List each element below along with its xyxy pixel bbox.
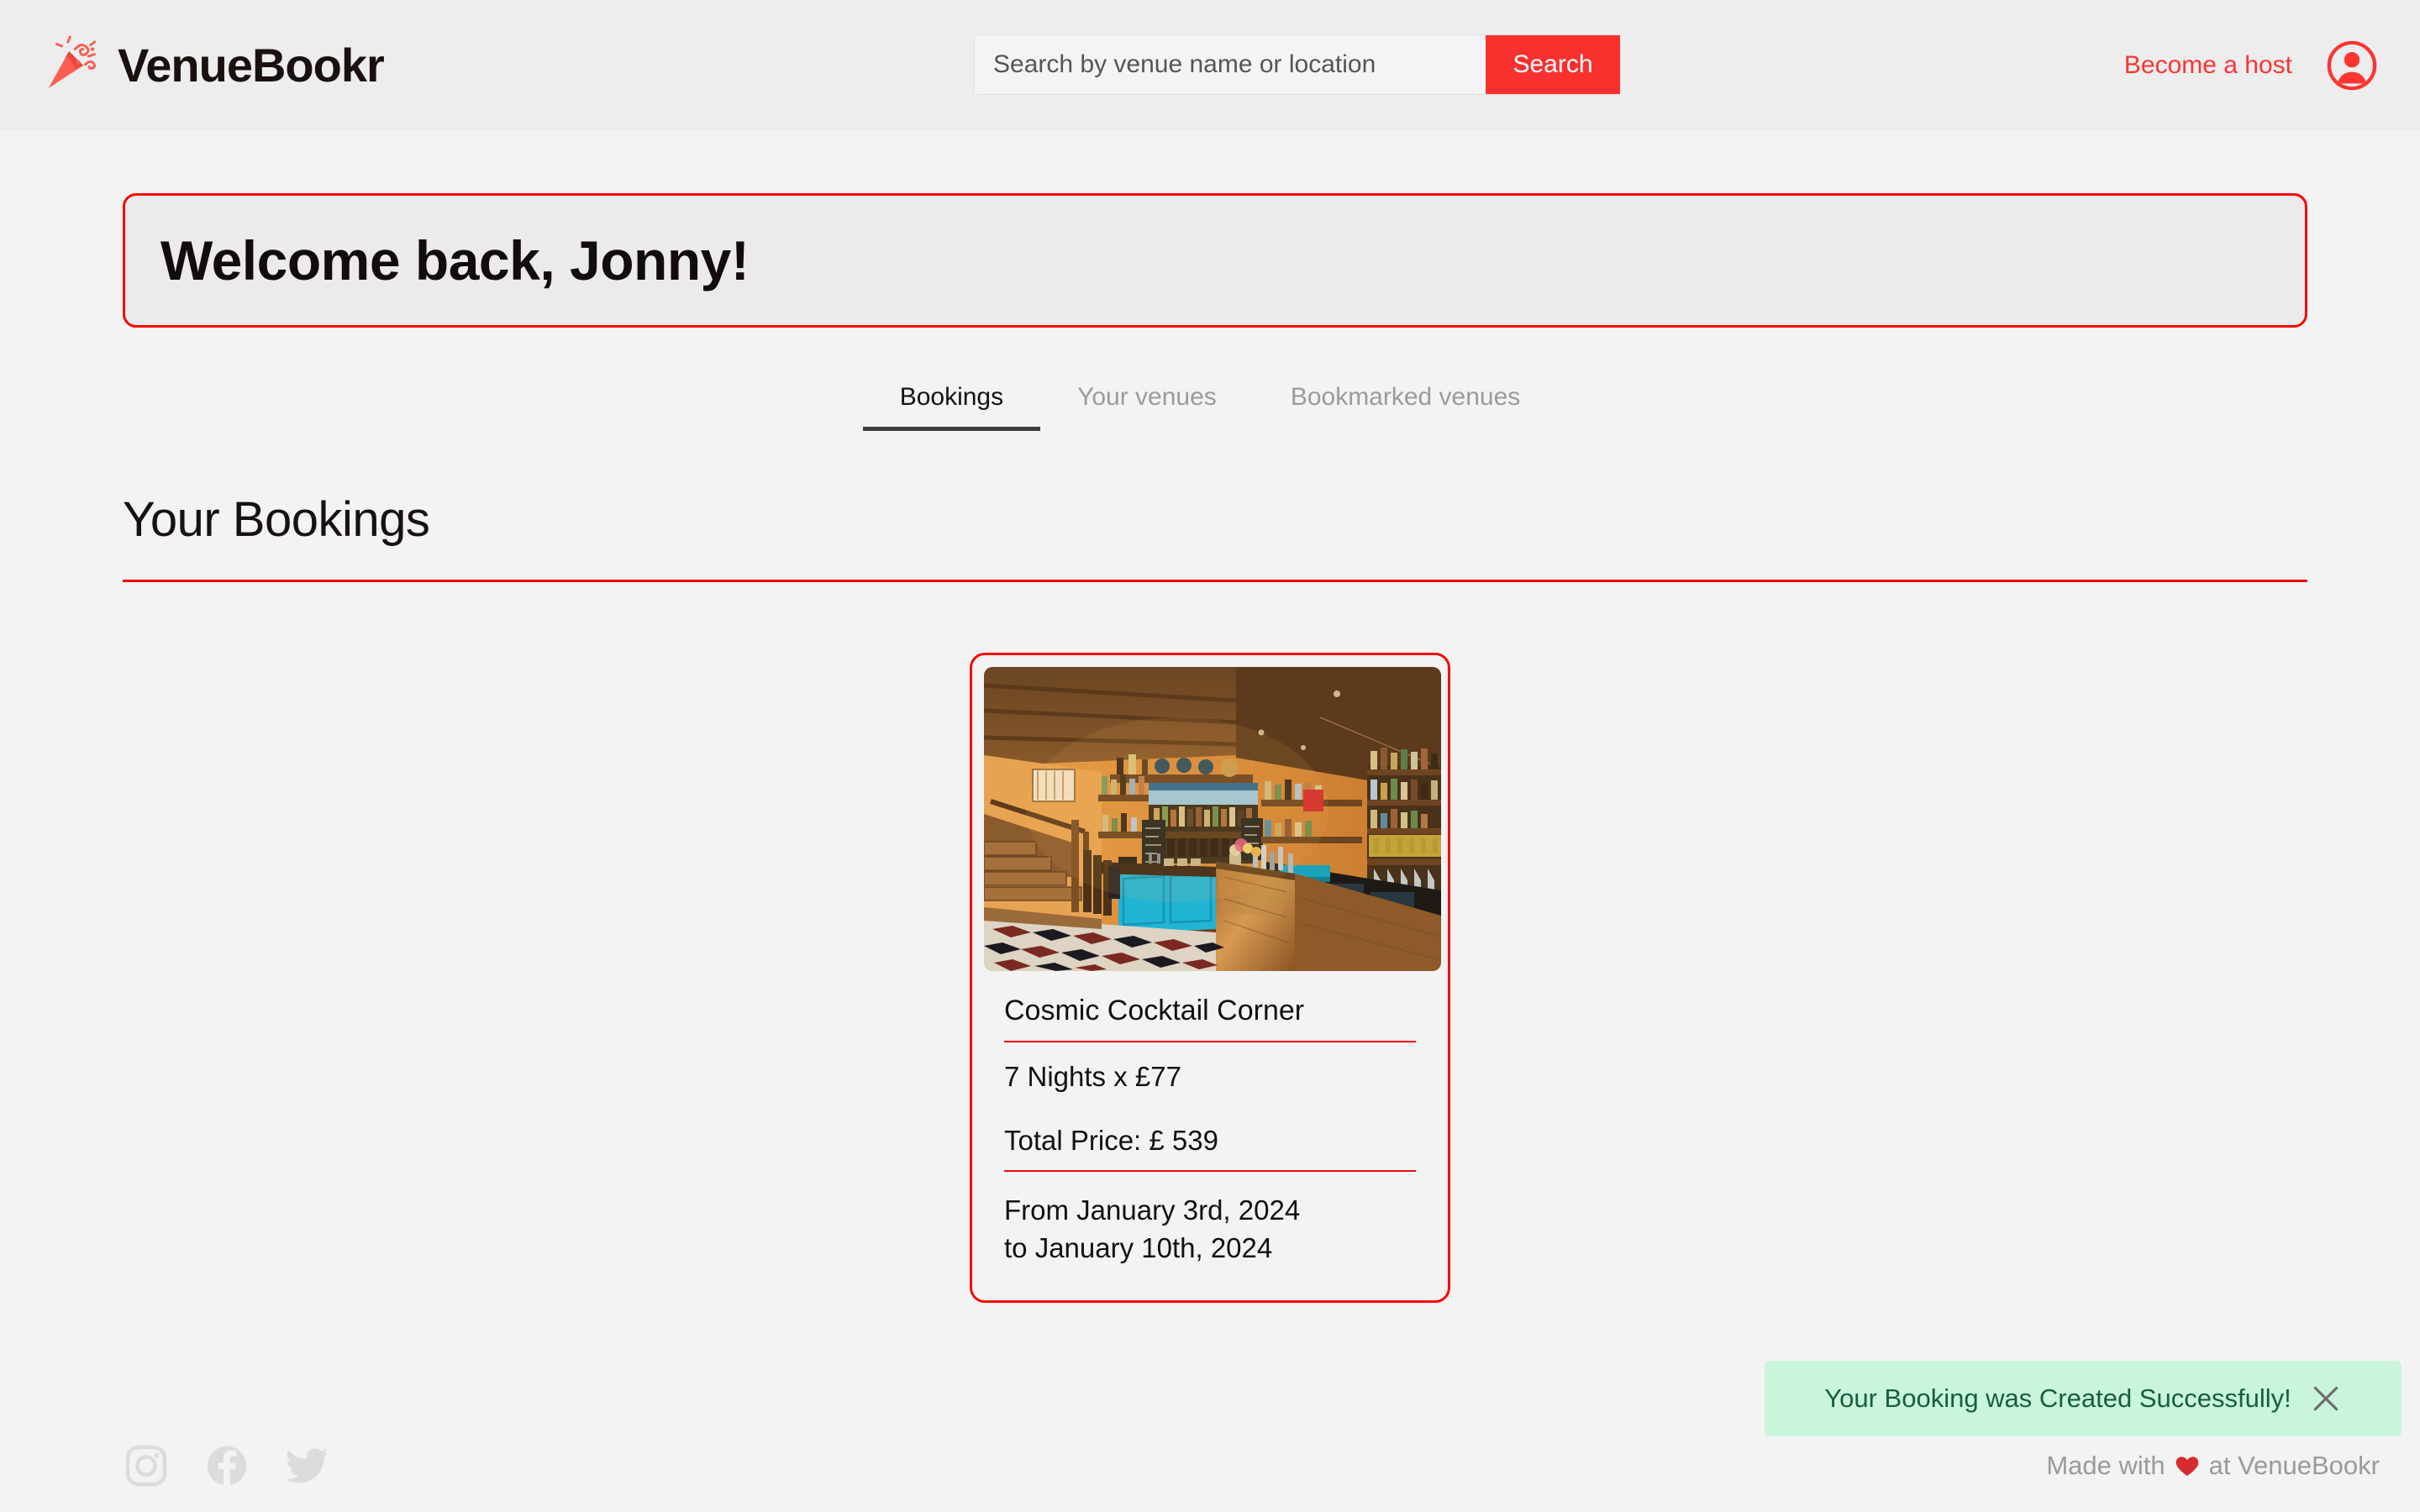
tab-bookings[interactable]: Bookings <box>862 383 1041 431</box>
booking-dates: From January 3rd, 2024 to January 10th, … <box>1004 1172 1416 1267</box>
made-with-prefix: Made with <box>2046 1451 2165 1480</box>
bookings-list: Cosmic Cocktail Corner 7 Nights x £77 To… <box>0 653 2420 1304</box>
booking-card-body: Cosmic Cocktail Corner 7 Nights x £77 To… <box>984 971 1436 1267</box>
header-actions: Become a host <box>2124 0 2378 130</box>
venue-image <box>984 667 1441 971</box>
app-footer: Made with at VenueBookr <box>0 1420 2420 1512</box>
venue-name: Cosmic Cocktail Corner <box>1004 971 1416 1042</box>
welcome-message: Welcome back, Jonny! <box>160 229 750 291</box>
search-bar: Search <box>975 35 1620 94</box>
brand[interactable]: VenueBookr <box>40 33 385 98</box>
close-icon[interactable] <box>2310 1383 2342 1415</box>
made-with-suffix: at VenueBookr <box>2208 1451 2380 1480</box>
page-title: Your Bookings <box>123 492 430 547</box>
total-price: Total Price: £ 539 <box>1004 1106 1416 1172</box>
welcome-banner: Welcome back, Jonny! <box>123 193 2307 328</box>
booking-date-from: From January 3rd, 2024 <box>1004 1194 1301 1226</box>
brand-name: VenueBookr <box>118 38 385 92</box>
search-button[interactable]: Search <box>1486 35 1620 94</box>
social-links <box>123 1442 331 1489</box>
instagram-icon[interactable] <box>123 1442 170 1489</box>
booking-date-to: to January 10th, 2024 <box>1004 1231 1273 1263</box>
bookings-section: Your Bookings <box>123 491 2307 582</box>
toast-message: Your Booking was Created Successfully! <box>1824 1383 2291 1413</box>
booking-card[interactable]: Cosmic Cocktail Corner 7 Nights x £77 To… <box>970 653 1450 1304</box>
user-circle-icon[interactable] <box>2326 39 2378 92</box>
tab-your-venues[interactable]: Your venues <box>1040 383 1254 431</box>
section-divider <box>123 580 2307 582</box>
become-a-host-link[interactable]: Become a host <box>2124 51 2292 80</box>
tab-bookmarked-venues[interactable]: Bookmarked venues <box>1254 383 1558 431</box>
twitter-icon[interactable] <box>284 1442 331 1489</box>
app-header: VenueBookr Search Become a host <box>0 0 2420 130</box>
facebook-icon[interactable] <box>203 1442 250 1489</box>
dashboard-tabs: Bookings Your venues Bookmarked venues <box>0 383 2420 431</box>
nights-rate: 7 Nights x £77 <box>1004 1061 1181 1092</box>
search-input[interactable] <box>975 35 1486 94</box>
heart-icon <box>2175 1457 2198 1476</box>
party-popper-icon <box>48 34 97 88</box>
made-with-credit: Made with at VenueBookr <box>2046 1451 2380 1481</box>
